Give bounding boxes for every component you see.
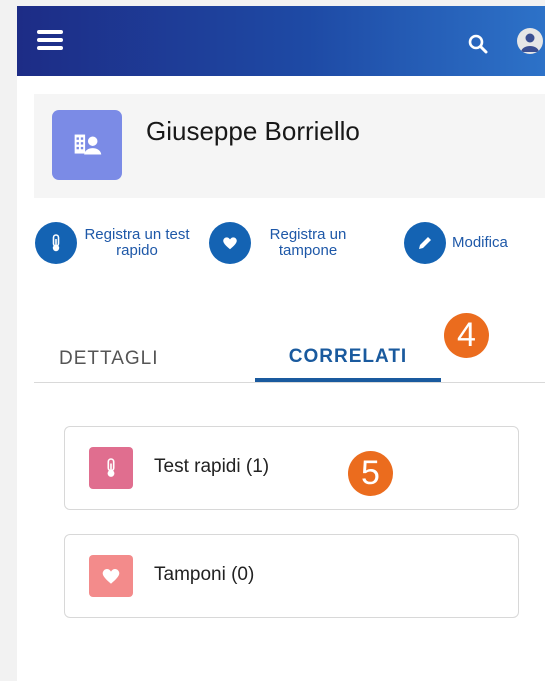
- pencil-icon: [404, 222, 446, 264]
- related-list-card-tamponi[interactable]: Tamponi (0): [64, 534, 519, 618]
- hamburger-menu-icon[interactable]: [37, 30, 63, 50]
- edit-button[interactable]: Modifica: [404, 218, 508, 268]
- user-avatar-icon[interactable]: [517, 28, 543, 54]
- annotation-badge-5: 5: [348, 451, 393, 496]
- building-person-icon: [52, 110, 122, 180]
- edit-label: Modifica: [452, 234, 508, 251]
- tab-bar: DETTAGLI CORRELATI: [34, 336, 545, 383]
- heart-icon: [89, 555, 133, 597]
- record-header: Giuseppe Borriello: [34, 94, 545, 198]
- related-list-title: Test rapidi (1): [154, 456, 270, 477]
- register-rapid-test-label: Registra un test rapido: [84, 226, 190, 259]
- search-icon[interactable]: [468, 34, 488, 54]
- register-swab-label: Registra un tampone: [269, 226, 347, 259]
- heart-icon: [209, 222, 251, 264]
- top-navigation-bar: [17, 6, 545, 76]
- related-list-title: Tamponi (0): [154, 564, 255, 585]
- thermometer-icon: [35, 222, 77, 264]
- tab-correlati[interactable]: CORRELATI: [255, 336, 441, 382]
- thermometer-icon: [89, 447, 133, 489]
- tab-dettagli[interactable]: DETTAGLI: [59, 336, 159, 382]
- action-bar: Registra un test rapido Registra un tampon…: [17, 206, 545, 270]
- related-list-card-test-rapidi[interactable]: Test rapidi (1): [64, 426, 519, 510]
- app-screen: Giuseppe Borriello Registra un test rapid…: [17, 6, 545, 681]
- register-rapid-test-button[interactable]: Registra un test rapido: [35, 218, 199, 268]
- record-title: Giuseppe Borriello: [146, 116, 360, 146]
- register-swab-button[interactable]: Registra un tampone: [209, 218, 365, 268]
